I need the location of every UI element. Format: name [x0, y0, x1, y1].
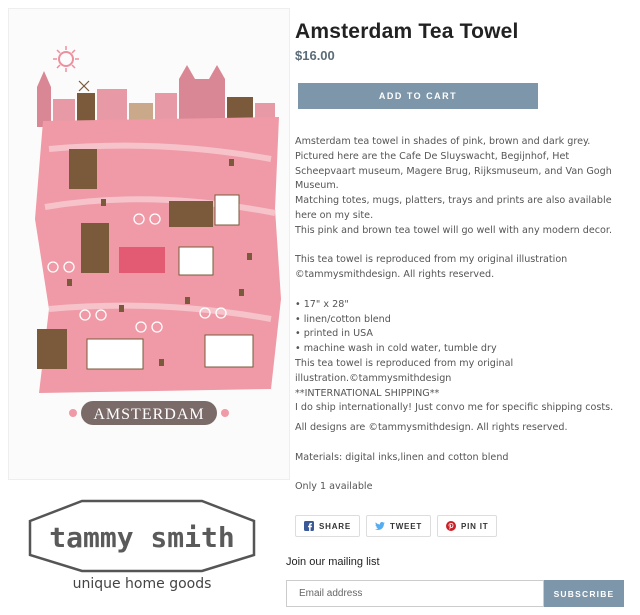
pinterest-pin-label: PIN IT: [461, 521, 489, 531]
amsterdam-illustration: AMSTERDAM: [9, 9, 289, 479]
product-description: Amsterdam tea towel in shades of pink, b…: [295, 135, 630, 416]
brand-logo: tammy smith unique home goods: [22, 495, 262, 595]
description-line: here on my site.: [295, 209, 374, 221]
twitter-icon: [375, 522, 386, 530]
description-line: ©tammysmithdesign. All rights reserved.: [295, 269, 495, 281]
description-line: • printed in USA: [295, 328, 373, 340]
description-line: Museum.: [295, 180, 339, 192]
description-line: Matching totes, mugs, platters, trays an…: [295, 195, 612, 207]
description-line: This pink and brown tea towel will go we…: [295, 224, 613, 236]
description-line: I do ship internationally! Just convo me…: [295, 402, 614, 414]
facebook-icon: [304, 521, 314, 531]
product-title: Amsterdam Tea Towel: [295, 20, 519, 43]
description-line: Pictured here are the Cafe De Sluyswacht…: [295, 150, 570, 162]
rights-text: All designs are ©tammysmithdesign. All r…: [295, 422, 568, 433]
description-line: This tea towel is reproduced from my ori…: [295, 357, 514, 369]
description-line: • 17" x 28": [295, 298, 349, 310]
description-line: Scheepvaart museum, Magere Brug, Rijksmu…: [295, 165, 612, 177]
email-field[interactable]: [286, 580, 544, 607]
facebook-share-button[interactable]: SHARE: [295, 515, 361, 537]
logo-tagline: unique home goods: [73, 576, 212, 592]
product-image[interactable]: AMSTERDAM: [8, 8, 290, 480]
description-spacer: [295, 239, 630, 254]
description-line: • machine wash in cold water, tumble dry: [295, 343, 497, 355]
product-price: $16.00: [295, 48, 335, 63]
mailing-list-heading: Join our mailing list: [286, 556, 380, 568]
add-to-cart-button[interactable]: ADD TO CART: [298, 83, 538, 109]
logo-name: tammy smith: [49, 521, 234, 554]
description-line: Amsterdam tea towel in shades of pink, b…: [295, 136, 591, 147]
towel-banner: AMSTERDAM: [69, 401, 229, 425]
twitter-tweet-button[interactable]: TWEET: [366, 515, 432, 537]
pinterest-icon: [446, 521, 457, 531]
share-buttons: SHARE TWEET PIN IT: [295, 515, 498, 537]
twitter-tweet-label: TWEET: [390, 521, 423, 531]
description-line: illustration.©tammysmithdesign: [295, 372, 452, 384]
description-line: • linen/cotton blend: [295, 313, 391, 325]
description-spacer: [295, 283, 630, 298]
facebook-share-label: SHARE: [319, 521, 352, 531]
materials-text: Materials: digital inks,linen and cotton…: [295, 452, 509, 463]
stock-status: Only 1 available: [295, 481, 373, 492]
description-line: **INTERNATIONAL SHIPPING**: [295, 387, 440, 399]
description-line: This tea towel is reproduced from my ori…: [295, 254, 568, 266]
banner-text: AMSTERDAM: [93, 406, 204, 423]
pinterest-pin-button[interactable]: PIN IT: [437, 515, 498, 537]
subscribe-button[interactable]: SUBSCRIBE: [544, 580, 624, 607]
